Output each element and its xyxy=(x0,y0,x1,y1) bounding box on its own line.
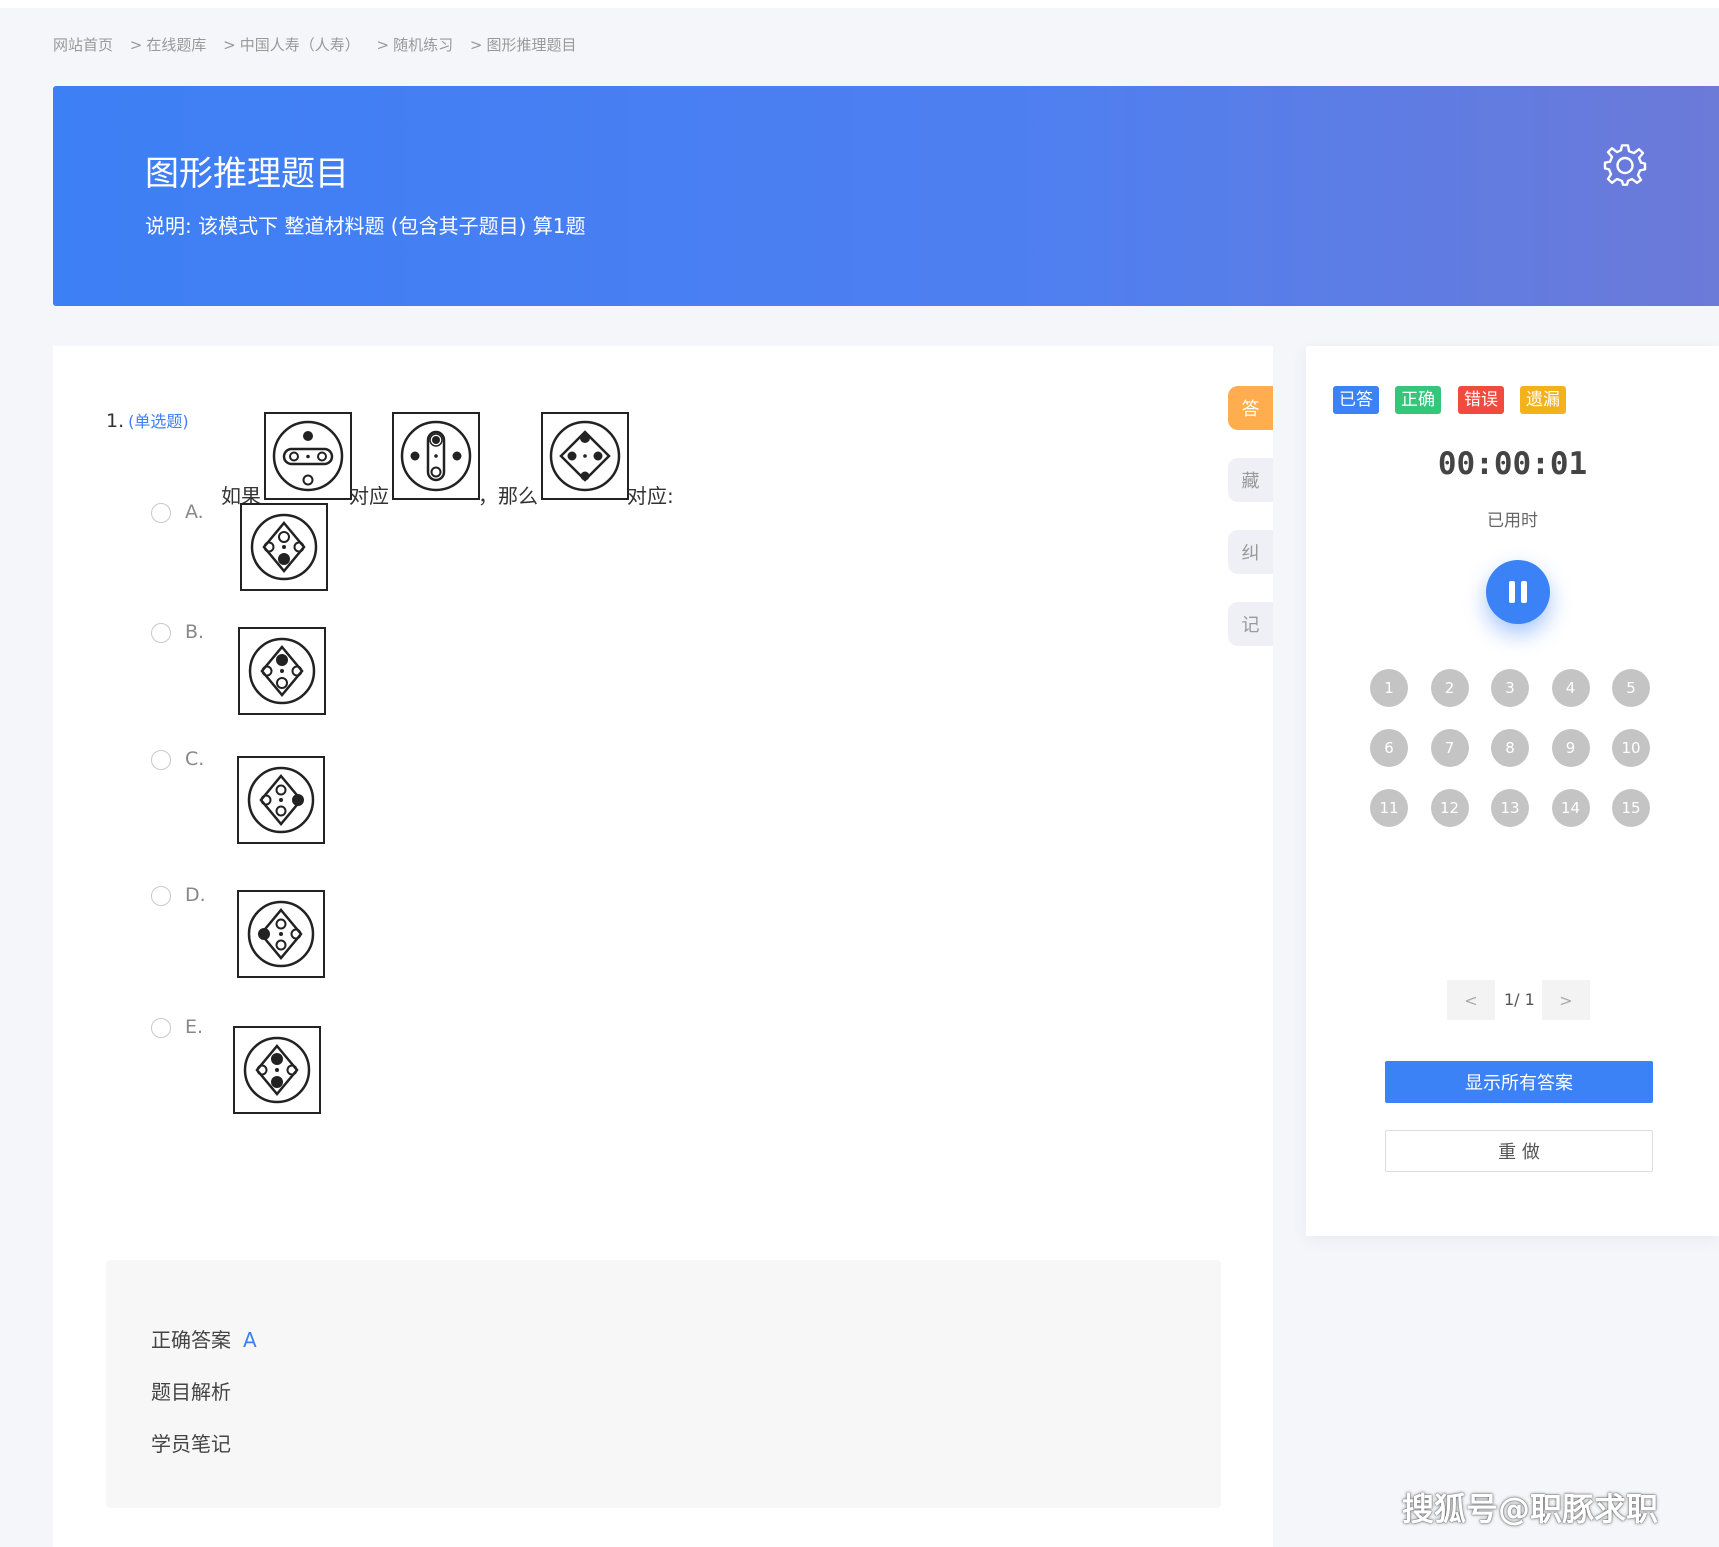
question-header: 1. (单选题) xyxy=(106,408,189,432)
question-number-button[interactable]: 4 xyxy=(1551,669,1590,707)
question-number-button[interactable]: 6 xyxy=(1370,729,1408,767)
legend-missed: 遗漏 xyxy=(1520,386,1566,414)
breadcrumb-current: 图形推理题目 xyxy=(486,36,577,54)
stem-text-corresponds-end: 对应: xyxy=(627,484,674,508)
option-c[interactable]: C. xyxy=(151,748,551,850)
option-e-radio[interactable] xyxy=(151,1018,171,1038)
question-number-button[interactable]: 8 xyxy=(1491,729,1529,767)
option-d-label: D. xyxy=(185,884,206,906)
question-number-button[interactable]: 3 xyxy=(1491,669,1529,707)
question-number-button[interactable]: 10 xyxy=(1612,729,1650,767)
watermark: 搜狐号@职豚求职 xyxy=(1402,1490,1659,1528)
option-c-radio[interactable] xyxy=(151,750,171,770)
option-b-label: B. xyxy=(185,621,205,643)
correct-answer-value: A xyxy=(243,1328,257,1352)
stem-figure-1 xyxy=(264,412,352,500)
top-strip xyxy=(0,0,1719,8)
page-indicator: 1/ 1 xyxy=(1504,990,1535,1009)
question-type: (单选题) xyxy=(128,412,189,431)
option-e-label: E. xyxy=(185,1016,204,1038)
breadcrumb-separator: > xyxy=(376,36,390,54)
question-number-button[interactable]: 2 xyxy=(1430,669,1469,707)
option-d[interactable]: D. xyxy=(151,884,551,986)
tab-answer[interactable]: 答 xyxy=(1228,386,1273,430)
breadcrumb: 网站首页 > 在线题库 > 中国人寿（人寿） > 随机练习 > 图形推理题目 xyxy=(53,34,583,55)
question-number-button[interactable]: 13 xyxy=(1491,789,1529,827)
option-e-figure xyxy=(233,1026,321,1114)
option-a-label: A. xyxy=(185,501,204,523)
breadcrumb-separator: > xyxy=(129,36,143,54)
legend-wrong: 错误 xyxy=(1458,386,1504,414)
option-b-radio[interactable] xyxy=(151,623,171,643)
question-number-button[interactable]: 15 xyxy=(1612,789,1650,827)
redo-button[interactable]: 重 做 xyxy=(1385,1130,1653,1172)
option-b[interactable]: B. xyxy=(151,621,551,723)
option-d-radio[interactable] xyxy=(151,886,171,906)
option-d-figure xyxy=(237,890,325,978)
question-number-button[interactable]: 14 xyxy=(1551,789,1590,827)
breadcrumb-company[interactable]: 中国人寿（人寿） xyxy=(240,36,360,54)
question-number-button[interactable]: 1 xyxy=(1370,669,1408,707)
option-a-figure xyxy=(240,503,328,591)
legend-correct: 正确 xyxy=(1395,386,1441,414)
stem-figure-3 xyxy=(541,412,629,500)
breadcrumb-random-practice[interactable]: 随机练习 xyxy=(393,36,453,54)
mode-description: 说明: 该模式下 整道材料题 (包含其子题目) 算1题 xyxy=(145,214,586,238)
question-number: 1. xyxy=(106,410,125,432)
answer-sheet-panel: 已答 正确 错误 遗漏 00:00:01 已用时 1 2 3 4 5 6 7 8 9 10 11 12… xyxy=(1306,346,1719,1236)
tab-correction[interactable]: 纠 xyxy=(1228,530,1273,574)
gear-icon[interactable] xyxy=(1603,144,1647,188)
tab-notes[interactable]: 记 xyxy=(1228,602,1273,646)
answer-panel: 正确答案 A 题目解析 学员笔记 xyxy=(106,1260,1221,1508)
breadcrumb-separator: > xyxy=(469,36,483,54)
question-number-button[interactable]: 11 xyxy=(1370,789,1408,827)
breadcrumb-home[interactable]: 网站首页 xyxy=(53,36,113,54)
option-a-radio[interactable] xyxy=(151,503,171,523)
breadcrumb-separator: > xyxy=(223,36,236,54)
page-title: 图形推理题目 xyxy=(145,154,349,194)
correct-answer-label: 正确答案 xyxy=(151,1328,231,1352)
tab-favorite[interactable]: 藏 xyxy=(1228,458,1273,502)
legend-answered: 已答 xyxy=(1333,386,1379,414)
option-c-label: C. xyxy=(185,748,205,770)
show-all-answers-button[interactable]: 显示所有答案 xyxy=(1385,1061,1653,1103)
notes-label: 学员笔记 xyxy=(151,1432,231,1456)
header-banner: 图形推理题目 说明: 该模式下 整道材料题 (包含其子题目) 算1题 xyxy=(53,86,1719,306)
timer-display: 00:00:01 xyxy=(1437,446,1588,482)
analysis-label: 题目解析 xyxy=(151,1380,231,1404)
option-e[interactable]: E. xyxy=(151,1016,551,1118)
correct-answer-row: 正确答案 A xyxy=(151,1324,257,1353)
timer-label: 已用时 xyxy=(1487,511,1538,531)
pause-button[interactable] xyxy=(1486,560,1550,624)
question-number-button[interactable]: 12 xyxy=(1430,789,1469,827)
question-number-button[interactable]: 7 xyxy=(1430,729,1469,767)
option-a[interactable]: A. xyxy=(151,501,551,603)
next-page-button[interactable]: > xyxy=(1542,980,1590,1020)
breadcrumb-question-bank[interactable]: 在线题库 xyxy=(146,36,206,54)
question-number-button[interactable]: 5 xyxy=(1612,669,1650,707)
option-c-figure xyxy=(237,756,325,844)
question-number-button[interactable]: 9 xyxy=(1551,729,1590,767)
option-b-figure xyxy=(238,627,326,715)
question-card: 1. (单选题) 如果 对应 ，那么 对应: A. B. C. D. E. 正确… xyxy=(53,346,1273,1547)
stem-figure-2 xyxy=(392,412,480,500)
prev-page-button[interactable]: < xyxy=(1447,980,1495,1020)
